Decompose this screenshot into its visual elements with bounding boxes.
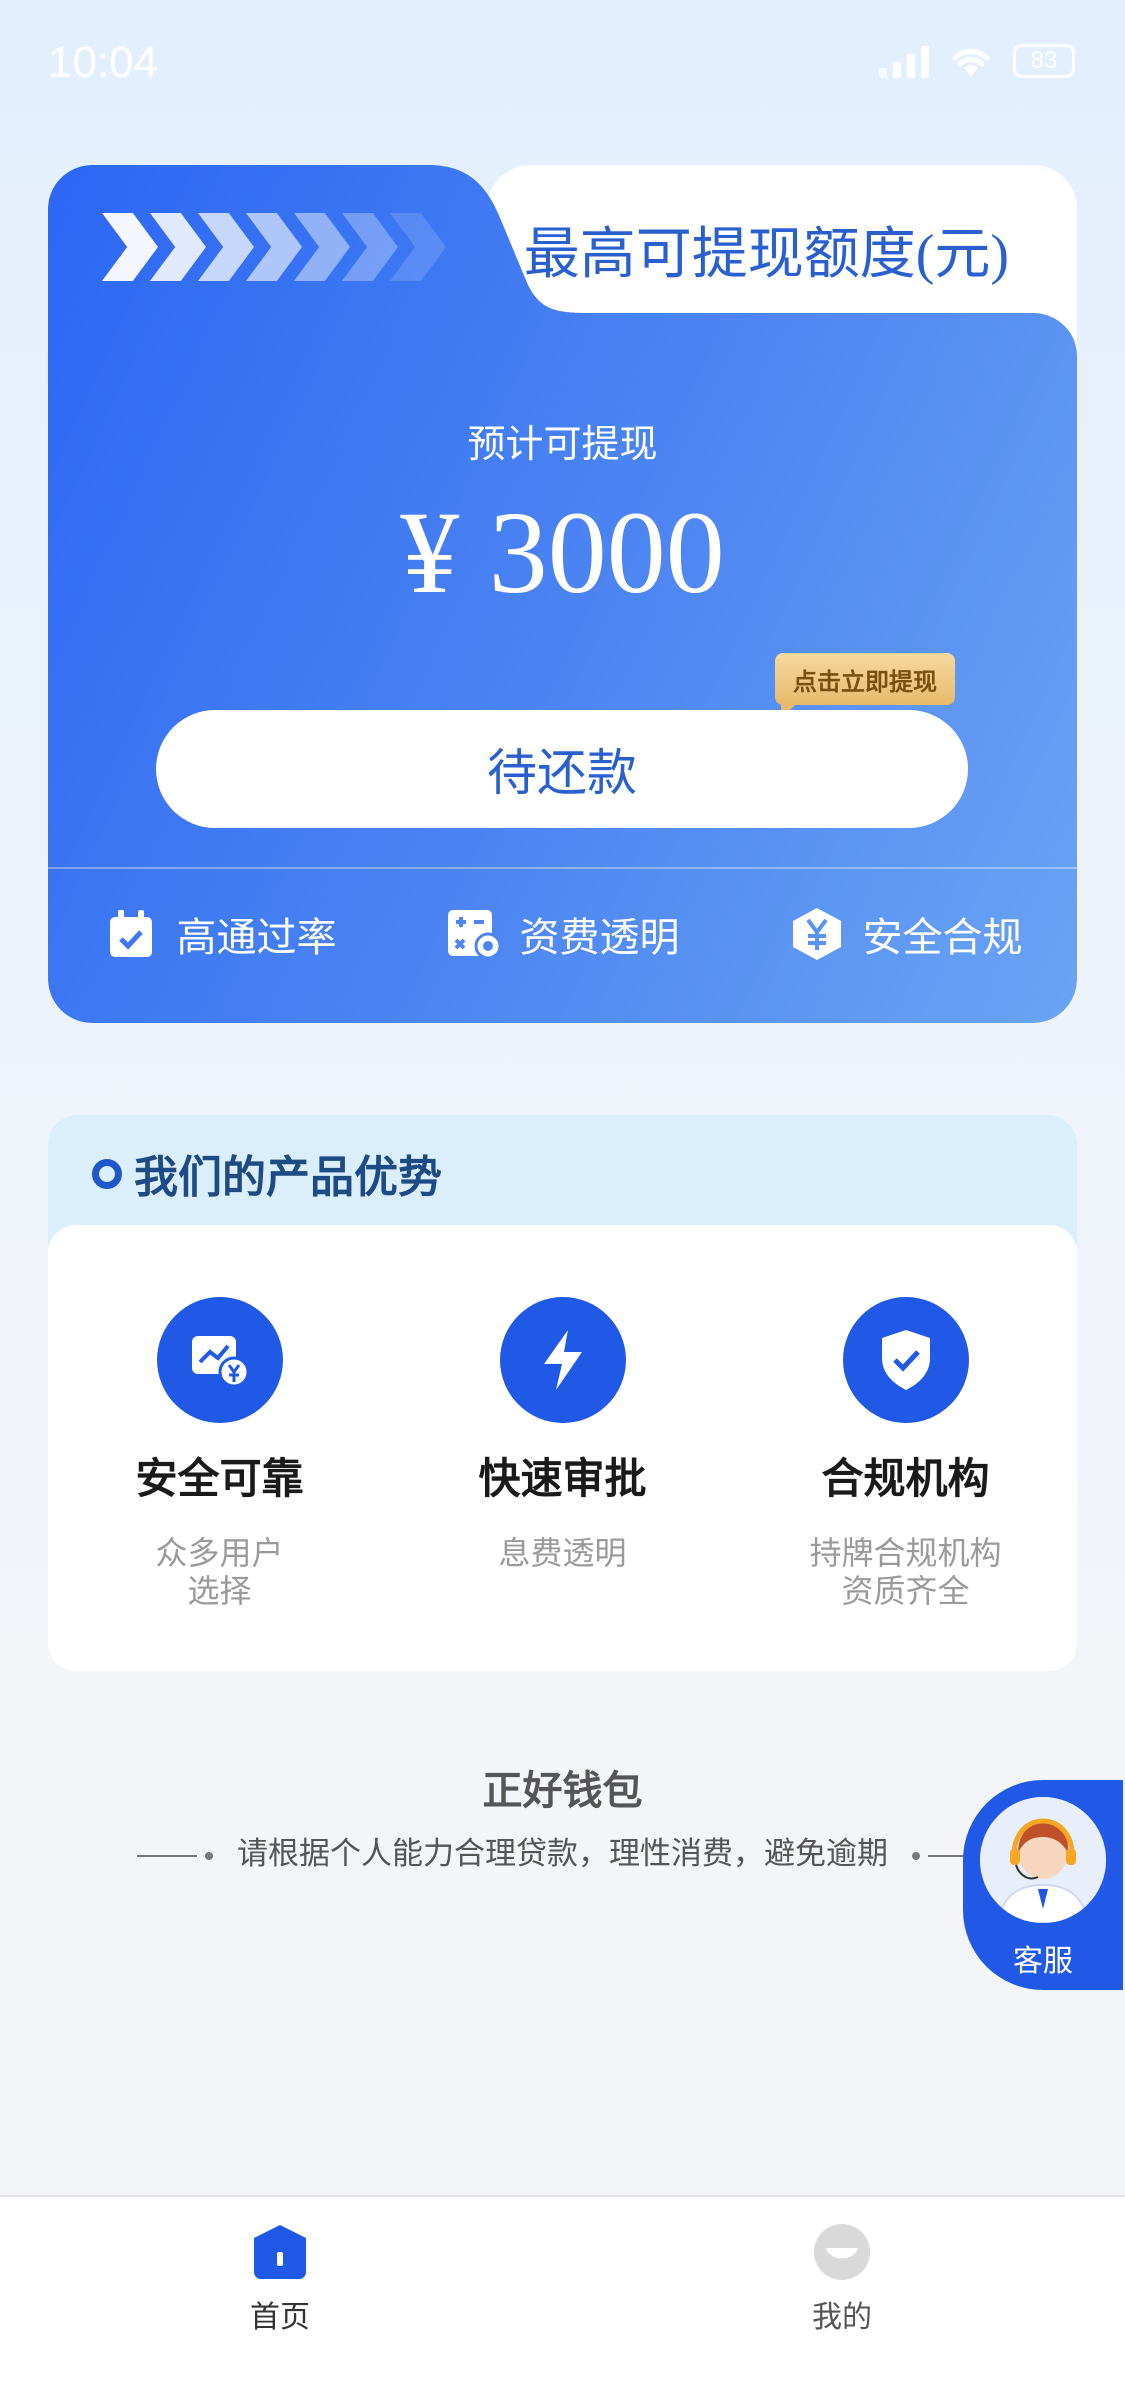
nav-item-mine[interactable]: 我的 (742, 2222, 942, 2336)
yuan-shield-icon (789, 906, 845, 962)
max-limit-title: 最高可提现额度(元) (523, 224, 1009, 286)
brand-name: 正好钱包 (482, 1768, 643, 1814)
advantage-name: 合规机构 (821, 1454, 990, 1503)
bottom-nav: 首页 我的 (0, 2195, 1125, 2392)
feature-transparent-fees: 资费透明 (446, 905, 680, 963)
home-icon (254, 2225, 306, 2279)
calendar-check-icon (103, 906, 159, 962)
advantage-desc: 息费透明 (498, 1534, 627, 1572)
slogan-text: 请根据个人能力合理贷款，理性消费，避免逾期 (237, 1836, 888, 1872)
dot-icon (911, 1851, 920, 1860)
lightning-icon (499, 1297, 626, 1423)
advantage-item: 快速审批 息费透明 (413, 1297, 713, 1671)
withdraw-now-badge[interactable]: 点击立即提现 (775, 653, 955, 705)
advantage-name: 快速审批 (478, 1454, 647, 1503)
customer-service-label: 客服 (1013, 1944, 1073, 1979)
calculator-icon (446, 906, 502, 962)
circle-bullet-icon (92, 1159, 122, 1189)
advantage-name: 安全可靠 (135, 1454, 304, 1503)
agent-avatar-icon (980, 1797, 1106, 1923)
nav-item-home[interactable]: 首页 (180, 2222, 380, 2336)
wifi-icon (952, 49, 990, 76)
product-advantages-section: 我们的产品优势 安全可靠 众多用户 选择 快速审批 息费透明 合规机构 持牌合规… (48, 1115, 1077, 1671)
divider (137, 1854, 198, 1857)
divider (48, 867, 1077, 869)
shield-check-icon (842, 1297, 969, 1423)
profile-icon (814, 2224, 870, 2280)
nav-label: 首页 (250, 2300, 310, 2335)
advantage-desc: 众多用户 选择 (155, 1534, 284, 1610)
advantage-item: 安全可靠 众多用户 选择 (70, 1297, 370, 1671)
status-time: 10:04 (48, 38, 159, 87)
signal-icon (879, 44, 929, 78)
status-bar: 10:04 83 (0, 0, 1125, 130)
slogan: 请根据个人能力合理贷款，理性消费，避免逾期 (0, 1828, 1125, 1873)
credit-limit-card: 最高可提现额度(元) 预计可提现 ¥ 3000 点击立即提现 待还款 高通过率 (48, 165, 1077, 1023)
dot-icon (205, 1851, 214, 1860)
withdraw-amount: ¥ 3000 (400, 487, 725, 618)
nav-label: 我的 (812, 2300, 872, 2335)
section-title: 我们的产品优势 (134, 1152, 442, 1203)
feature-label: 安全合规 (862, 915, 1023, 961)
estimated-withdraw-label: 预计可提现 (467, 422, 658, 466)
feature-list: 高通过率 资费透明 安全合规 (48, 905, 1077, 963)
battery-icon: 83 (1013, 44, 1075, 78)
advantage-item: 合规机构 持牌合规机构 资质齐全 (756, 1297, 1056, 1671)
feature-label: 资费透明 (519, 915, 680, 961)
pending-repayment-button[interactable]: 待还款 (156, 710, 968, 828)
advantages-list: 安全可靠 众多用户 选择 快速审批 息费透明 合规机构 持牌合规机构 资质齐全 (48, 1225, 1077, 1671)
chevrons-decoration-icon (102, 213, 438, 281)
feature-high-approval: 高通过率 (103, 905, 337, 963)
status-icons: 83 (879, 44, 1075, 78)
chart-yuan-icon (156, 1297, 283, 1423)
feature-safe-compliant: 安全合规 (789, 905, 1023, 963)
advantage-desc: 持牌合规机构 资质齐全 (809, 1534, 1002, 1610)
customer-service-button[interactable]: 客服 (963, 1780, 1123, 1990)
feature-label: 高通过率 (176, 915, 337, 961)
